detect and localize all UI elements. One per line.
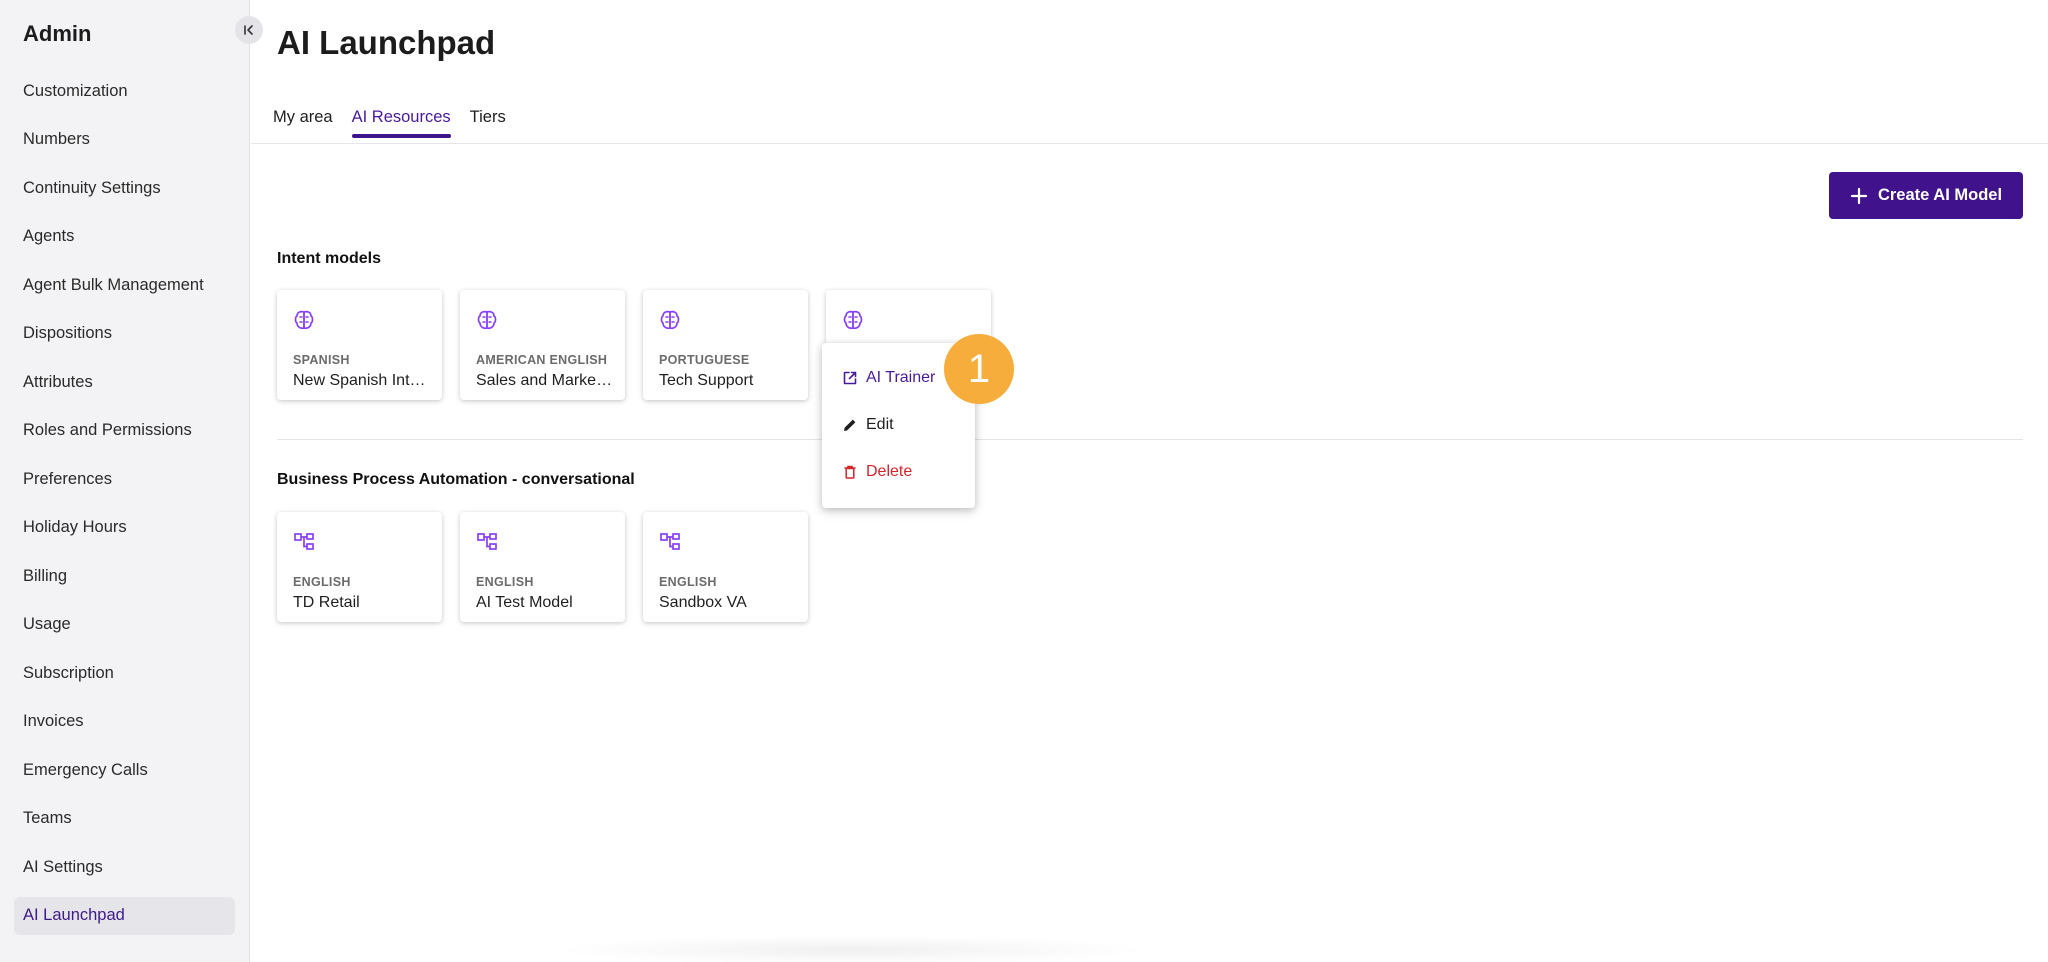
tab-ai-resources[interactable]: AI Resources xyxy=(351,108,451,138)
sidebar-item-agents[interactable]: Agents xyxy=(14,218,235,256)
sidebar-item-continuity-settings[interactable]: Continuity Settings xyxy=(14,169,235,207)
brain-icon xyxy=(660,310,680,330)
pencil-icon xyxy=(844,419,856,431)
collapse-sidebar-button[interactable] xyxy=(235,16,263,44)
create-ai-model-label: Create AI Model xyxy=(1877,186,2003,204)
sidebar-item-teams[interactable]: Teams xyxy=(14,800,235,838)
section-divider xyxy=(277,439,2023,440)
section-title-intent-models: Intent models xyxy=(277,250,382,267)
menu-item-delete-label: Delete xyxy=(866,463,913,480)
card-language: PORTUGUESE xyxy=(659,353,750,367)
model-card[interactable]: ENGLISH AI Test Model xyxy=(460,512,625,622)
sidebar-item-ai-launchpad[interactable]: AI Launchpad xyxy=(14,896,235,935)
card-language: ENGLISH xyxy=(659,575,717,589)
create-ai-model-button[interactable]: Create AI Model xyxy=(1829,172,2023,219)
card-model-name: Sandbox VA xyxy=(659,594,747,611)
card-language: AMERICAN ENGLISH xyxy=(476,353,608,367)
model-card[interactable]: PORTUGUESE Tech Support xyxy=(643,290,808,400)
menu-item-ai-trainer-label: AI Trainer xyxy=(866,369,936,386)
sidebar-nav: Customization Numbers Continuity Setting… xyxy=(14,72,235,945)
section-title-bpa: Business Process Automation - conversati… xyxy=(277,471,635,488)
tabs-divider xyxy=(251,143,2048,144)
model-card[interactable]: ENGLISH TD Retail xyxy=(277,512,442,622)
menu-item-edit-label: Edit xyxy=(866,416,894,433)
tab-tiers[interactable]: Tiers xyxy=(470,108,506,135)
bottom-shadow-decoration xyxy=(551,935,1151,962)
sidebar: Admin Customization Numbers Continuity S… xyxy=(0,0,250,962)
sidebar-item-usage[interactable]: Usage xyxy=(14,606,235,644)
card-language: ENGLISH xyxy=(476,575,534,589)
tab-bar: My area AI Resources Tiers xyxy=(273,108,506,138)
sidebar-item-emergency-calls[interactable]: Emergency Calls xyxy=(14,751,235,789)
model-card[interactable]: SPANISH New Spanish Intent Model xyxy=(277,290,442,400)
brain-icon xyxy=(294,310,314,330)
sidebar-item-holiday-hours[interactable]: Holiday Hours xyxy=(14,509,235,547)
main-content: AI Launchpad My area AI Resources Tiers … xyxy=(251,0,2048,962)
flow-icon xyxy=(477,533,497,550)
sidebar-item-invoices[interactable]: Invoices xyxy=(14,703,235,741)
card-language: SPANISH xyxy=(293,353,350,367)
menu-item-delete[interactable]: Delete xyxy=(822,452,975,492)
model-card[interactable]: AMERICAN ENGLISH Sales and Marketing xyxy=(460,290,625,400)
sidebar-item-roles-and-permissions[interactable]: Roles and Permissions xyxy=(14,412,235,450)
sidebar-item-numbers[interactable]: Numbers xyxy=(14,121,235,159)
collapse-left-icon xyxy=(244,25,253,35)
tab-my-area[interactable]: My area xyxy=(273,108,333,135)
flow-icon xyxy=(660,533,680,550)
sidebar-item-preferences[interactable]: Preferences xyxy=(14,460,235,498)
menu-item-edit[interactable]: Edit xyxy=(822,405,975,445)
sidebar-item-billing[interactable]: Billing xyxy=(14,557,235,595)
card-model-name: New Spanish Intent Model xyxy=(293,372,433,389)
app-window: Admin Customization Numbers Continuity S… xyxy=(0,0,2048,962)
card-model-name: AI Test Model xyxy=(476,594,573,611)
step-number-badge: 1 xyxy=(944,334,1014,404)
brain-icon xyxy=(477,310,497,330)
sidebar-item-dispositions[interactable]: Dispositions xyxy=(14,315,235,353)
plus-icon xyxy=(1850,187,1868,204)
trash-icon xyxy=(844,465,856,479)
model-card[interactable]: ENGLISH Sandbox VA xyxy=(643,512,808,622)
sidebar-item-subscription[interactable]: Subscription xyxy=(14,654,235,692)
external-link-icon xyxy=(843,371,857,385)
sidebar-item-ai-settings[interactable]: AI Settings xyxy=(14,848,235,886)
card-language: ENGLISH xyxy=(293,575,351,589)
brain-icon xyxy=(843,310,863,330)
flow-icon xyxy=(294,533,314,550)
sidebar-title: Admin xyxy=(23,21,92,46)
page-title: AI Launchpad xyxy=(277,24,496,61)
sidebar-item-customization[interactable]: Customization xyxy=(14,72,235,110)
card-model-name: Tech Support xyxy=(659,372,754,389)
sidebar-item-attributes[interactable]: Attributes xyxy=(14,363,235,401)
sidebar-item-agent-bulk-management[interactable]: Agent Bulk Management xyxy=(14,266,235,304)
card-model-name: Sales and Marketing xyxy=(476,372,616,389)
card-model-name: TD Retail xyxy=(293,594,360,611)
